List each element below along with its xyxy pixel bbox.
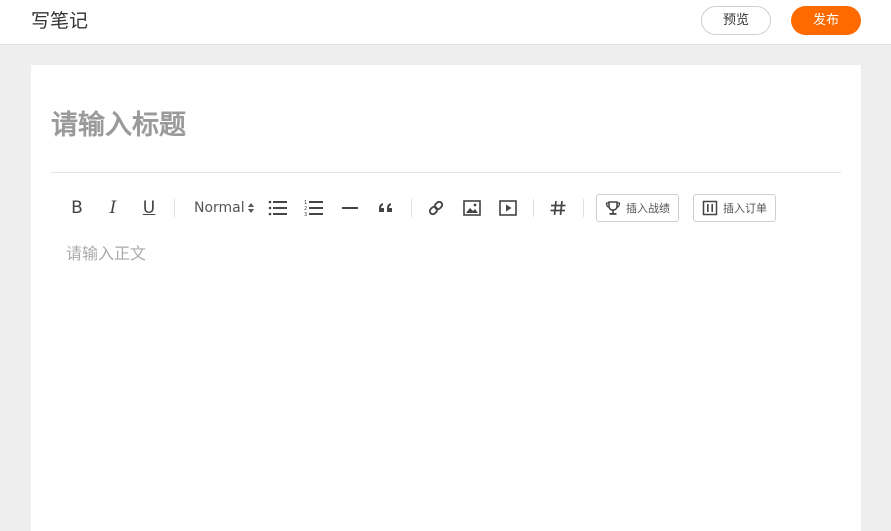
header-format-select[interactable]: Normal xyxy=(194,197,255,219)
quote-icon xyxy=(379,203,392,212)
editor-toolbar: B I U Normal 1 2 3 插入战绩 插入订单 xyxy=(31,190,861,226)
bold-icon: B xyxy=(71,198,83,218)
preview-button[interactable]: 预览 xyxy=(701,6,771,35)
insert-order-button[interactable]: 插入订单 xyxy=(693,194,776,222)
page-title: 写笔记 xyxy=(31,10,89,32)
trophy-icon xyxy=(605,201,621,215)
hashtag-button[interactable] xyxy=(547,197,569,219)
ordered-list-button[interactable]: 1 2 3 xyxy=(303,197,325,219)
underline-button[interactable]: U xyxy=(138,197,160,219)
title-divider xyxy=(51,172,841,173)
header-format-value: Normal xyxy=(194,200,245,216)
svg-text:3: 3 xyxy=(304,212,307,217)
insert-image-button[interactable] xyxy=(461,197,483,219)
body-editor[interactable]: 请输入正文 xyxy=(66,241,836,511)
body-placeholder: 请输入正文 xyxy=(66,244,147,263)
horizontal-rule-icon xyxy=(342,207,358,209)
toolbar-separator xyxy=(533,199,534,217)
publish-button[interactable]: 发布 xyxy=(791,6,861,35)
insert-achievement-button[interactable]: 插入战绩 xyxy=(596,194,679,222)
toolbar-separator xyxy=(174,199,175,217)
horizontal-rule-button[interactable] xyxy=(339,197,361,219)
bullet-list-icon xyxy=(268,200,287,216)
editor-card: B I U Normal xyxy=(31,65,861,531)
toolbar-separator xyxy=(411,199,412,217)
toolbar-separator xyxy=(583,199,584,217)
bullet-list-button[interactable] xyxy=(267,197,289,219)
ordered-list-icon: 1 2 3 xyxy=(304,200,323,217)
order-icon xyxy=(702,200,718,216)
hashtag-icon xyxy=(550,200,566,216)
italic-icon: I xyxy=(109,198,117,218)
insert-video-button[interactable] xyxy=(497,197,519,219)
sort-arrows-icon xyxy=(247,203,254,213)
link-button[interactable] xyxy=(425,197,447,219)
insert-order-label: 插入订单 xyxy=(723,202,767,215)
image-icon xyxy=(463,200,481,216)
video-icon xyxy=(499,200,517,216)
top-bar: 写笔记 预览 发布 xyxy=(0,0,891,45)
link-icon xyxy=(428,200,444,216)
insert-achievement-label: 插入战绩 xyxy=(626,202,670,215)
underline-icon: U xyxy=(142,198,156,218)
blockquote-button[interactable] xyxy=(375,197,397,219)
title-input[interactable] xyxy=(51,103,841,147)
bold-button[interactable]: B xyxy=(66,197,88,219)
italic-button[interactable]: I xyxy=(102,197,124,219)
